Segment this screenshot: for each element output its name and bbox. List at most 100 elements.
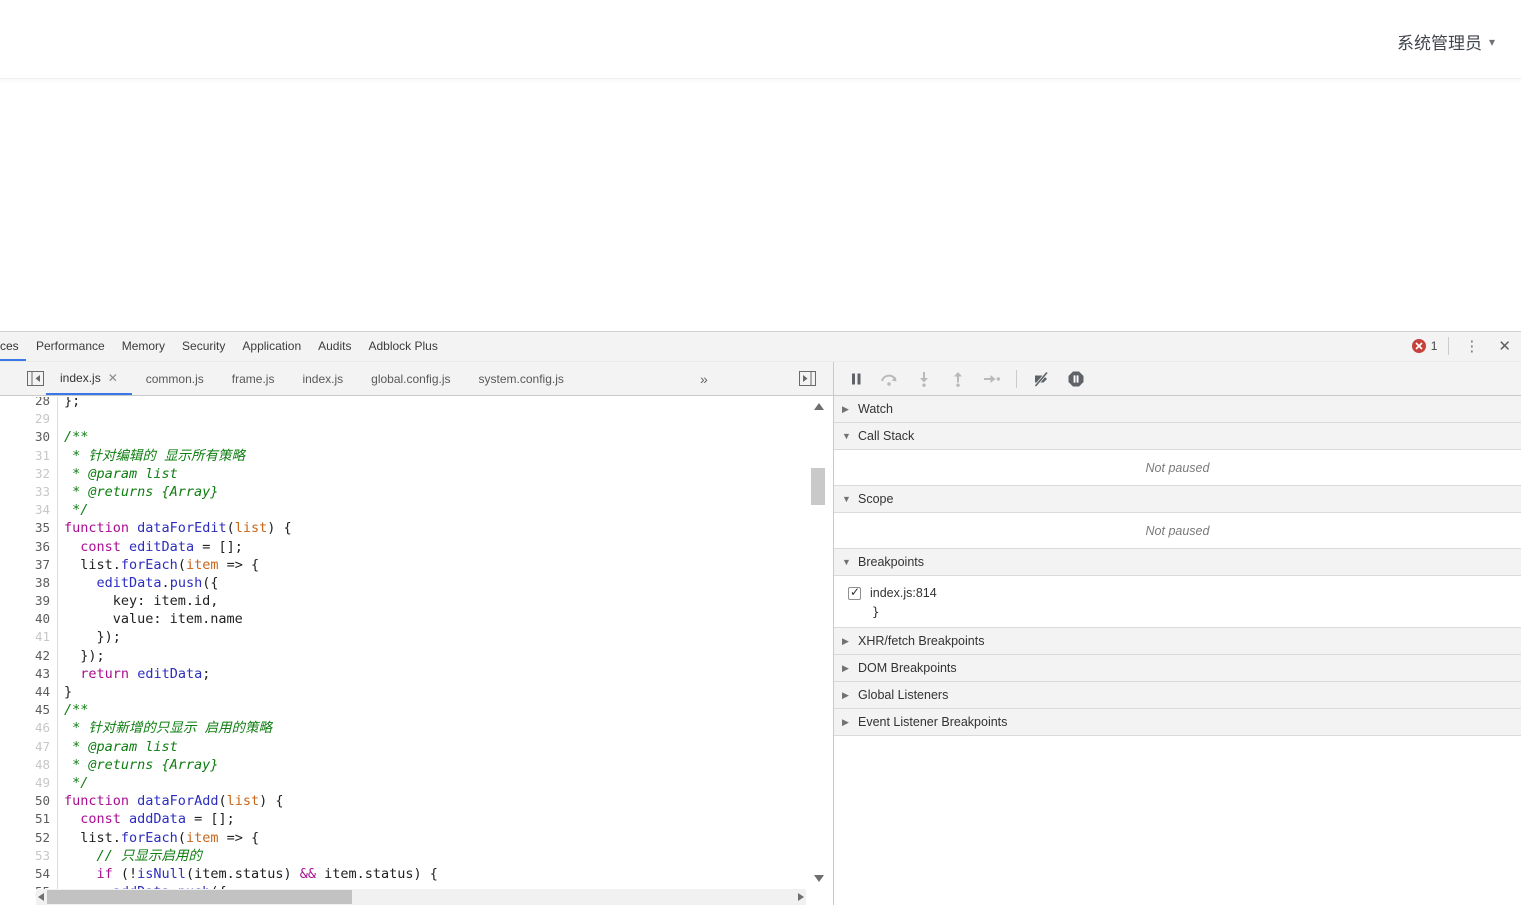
line-number[interactable]: 34 (0, 501, 57, 519)
line-number[interactable]: 49 (0, 774, 57, 792)
code-line[interactable]: if (!isNull(item.status) && item.status)… (59, 865, 809, 883)
code-line[interactable]: * @returns {Array} (59, 483, 809, 501)
line-number[interactable]: 37 (0, 556, 57, 574)
section-header-breakpoints[interactable]: ▼Breakpoints (834, 549, 1521, 576)
line-number[interactable]: 28 (0, 397, 57, 410)
section-header-dom-breakpoints[interactable]: ▶DOM Breakpoints (834, 655, 1521, 682)
file-tab-global-config-js[interactable]: global.config.js (357, 362, 464, 395)
line-number[interactable]: 42 (0, 647, 57, 665)
line-number[interactable]: 47 (0, 738, 57, 756)
more-tabs-chevron-icon[interactable]: » (700, 362, 708, 395)
code-line[interactable]: * 针对编辑的 显示所有策略 (59, 447, 809, 465)
line-number[interactable]: 41 (0, 628, 57, 646)
line-number[interactable]: 53 (0, 847, 57, 865)
code-line[interactable]: * @param list (59, 465, 809, 483)
code-line[interactable]: * 针对新增的只显示 启用的策略 (59, 719, 809, 737)
line-number[interactable]: 39 (0, 592, 57, 610)
code-line[interactable]: /** (59, 701, 809, 719)
code-line[interactable]: * @returns {Array} (59, 756, 809, 774)
step-over-icon[interactable] (880, 370, 899, 387)
panel-toggle-icon[interactable] (799, 371, 816, 386)
line-number[interactable]: 35 (0, 519, 57, 537)
line-number[interactable]: 31 (0, 447, 57, 465)
code-line[interactable]: * @param list (59, 738, 809, 756)
line-number[interactable]: 32 (0, 465, 57, 483)
line-number[interactable]: 46 (0, 719, 57, 737)
navigator-toggle-icon[interactable] (27, 371, 44, 386)
code-line[interactable]: /** (59, 428, 809, 446)
file-tab-frame-js[interactable]: frame.js (218, 362, 289, 395)
line-number[interactable]: 44 (0, 683, 57, 701)
line-number[interactable]: 40 (0, 610, 57, 628)
pause-on-exceptions-icon[interactable] (1066, 370, 1085, 387)
line-number[interactable]: 36 (0, 538, 57, 556)
breakpoint-snippet[interactable]: } (848, 603, 1521, 621)
error-badge[interactable]: 1 (1412, 339, 1438, 353)
line-number[interactable]: 52 (0, 829, 57, 847)
section-header-event-listener-breakpoints[interactable]: ▶Event Listener Breakpoints (834, 709, 1521, 736)
editor-gutter[interactable]: 2829303132333435363738394041424344454647… (0, 397, 58, 905)
tab-security[interactable]: Security (182, 332, 225, 360)
file-tab-index-js[interactable]: index.js✕ (46, 362, 132, 395)
tab-close-icon[interactable]: ✕ (108, 371, 118, 385)
vertical-scroll-thumb[interactable] (811, 468, 825, 505)
line-number[interactable]: 30 (0, 428, 57, 446)
code-line[interactable]: list.forEach(item => { (59, 829, 809, 847)
code-line[interactable]: const addData = []; (59, 810, 809, 828)
scroll-right-arrow-icon[interactable] (798, 893, 804, 901)
scroll-up-arrow-icon[interactable] (814, 403, 824, 410)
tab-application[interactable]: Application (242, 332, 301, 360)
code-line[interactable]: key: item.id, (59, 592, 809, 610)
file-tab-system-config-js[interactable]: system.config.js (465, 362, 578, 395)
tab-memory[interactable]: Memory (122, 332, 165, 360)
tab-sources-partial[interactable]: ces (0, 332, 19, 360)
step-icon[interactable] (982, 370, 1001, 387)
code-line[interactable]: */ (59, 501, 809, 519)
section-header-global-listeners[interactable]: ▶Global Listeners (834, 682, 1521, 709)
line-number[interactable]: 38 (0, 574, 57, 592)
code-line[interactable]: list.forEach(item => { (59, 556, 809, 574)
breakpoint-checkbox[interactable]: ✓ (848, 587, 861, 600)
line-number[interactable]: 48 (0, 756, 57, 774)
code-line[interactable]: function dataForEdit(list) { (59, 519, 809, 537)
line-number[interactable]: 54 (0, 865, 57, 883)
code-line[interactable]: const editData = []; (59, 538, 809, 556)
code-line[interactable]: }; (59, 397, 809, 410)
file-tab-index-js[interactable]: index.js (288, 362, 357, 395)
scroll-left-arrow-icon[interactable] (38, 893, 44, 901)
pause-icon[interactable] (846, 370, 865, 387)
more-vertical-icon[interactable]: ⋮ (1460, 339, 1483, 354)
tab-adblock-plus[interactable]: Adblock Plus (368, 332, 437, 360)
code-line[interactable]: value: item.name (59, 610, 809, 628)
scroll-down-arrow-icon[interactable] (814, 875, 824, 882)
close-icon[interactable]: ✕ (1494, 337, 1515, 355)
editor-vertical-scrollbar[interactable] (810, 397, 827, 890)
section-header-call-stack[interactable]: ▼Call Stack (834, 423, 1521, 450)
section-header-watch[interactable]: ▶Watch (834, 396, 1521, 423)
code-line[interactable]: return editData; (59, 665, 809, 683)
tab-performance[interactable]: Performance (36, 332, 105, 360)
section-header-xhr-fetch-breakpoints[interactable]: ▶XHR/fetch Breakpoints (834, 628, 1521, 655)
code-line[interactable]: } (59, 683, 809, 701)
code-line[interactable]: function dataForAdd(list) { (59, 792, 809, 810)
line-number[interactable]: 45 (0, 701, 57, 719)
user-menu[interactable]: 系统管理员 ▾ (1397, 29, 1495, 54)
breakpoint-location[interactable]: index.js:814 (870, 586, 937, 600)
code-line[interactable]: }); (59, 647, 809, 665)
editor-horizontal-scrollbar[interactable] (36, 889, 806, 905)
code-line[interactable]: // 只显示启用的 (59, 847, 809, 865)
section-header-scope[interactable]: ▼Scope (834, 486, 1521, 513)
code-line[interactable]: }); (59, 628, 809, 646)
step-out-icon[interactable] (948, 370, 967, 387)
tab-audits[interactable]: Audits (318, 332, 351, 360)
line-number[interactable]: 43 (0, 665, 57, 683)
editor-code-pane[interactable]: }; /** * 针对编辑的 显示所有策略 * @param list * @re… (59, 397, 809, 905)
line-number[interactable]: 50 (0, 792, 57, 810)
code-line[interactable]: */ (59, 774, 809, 792)
code-line[interactable] (59, 410, 809, 428)
file-tab-common-js[interactable]: common.js (132, 362, 218, 395)
line-number[interactable]: 51 (0, 810, 57, 828)
line-number[interactable]: 29 (0, 410, 57, 428)
horizontal-scroll-thumb[interactable] (47, 890, 352, 904)
code-line[interactable]: editData.push({ (59, 574, 809, 592)
